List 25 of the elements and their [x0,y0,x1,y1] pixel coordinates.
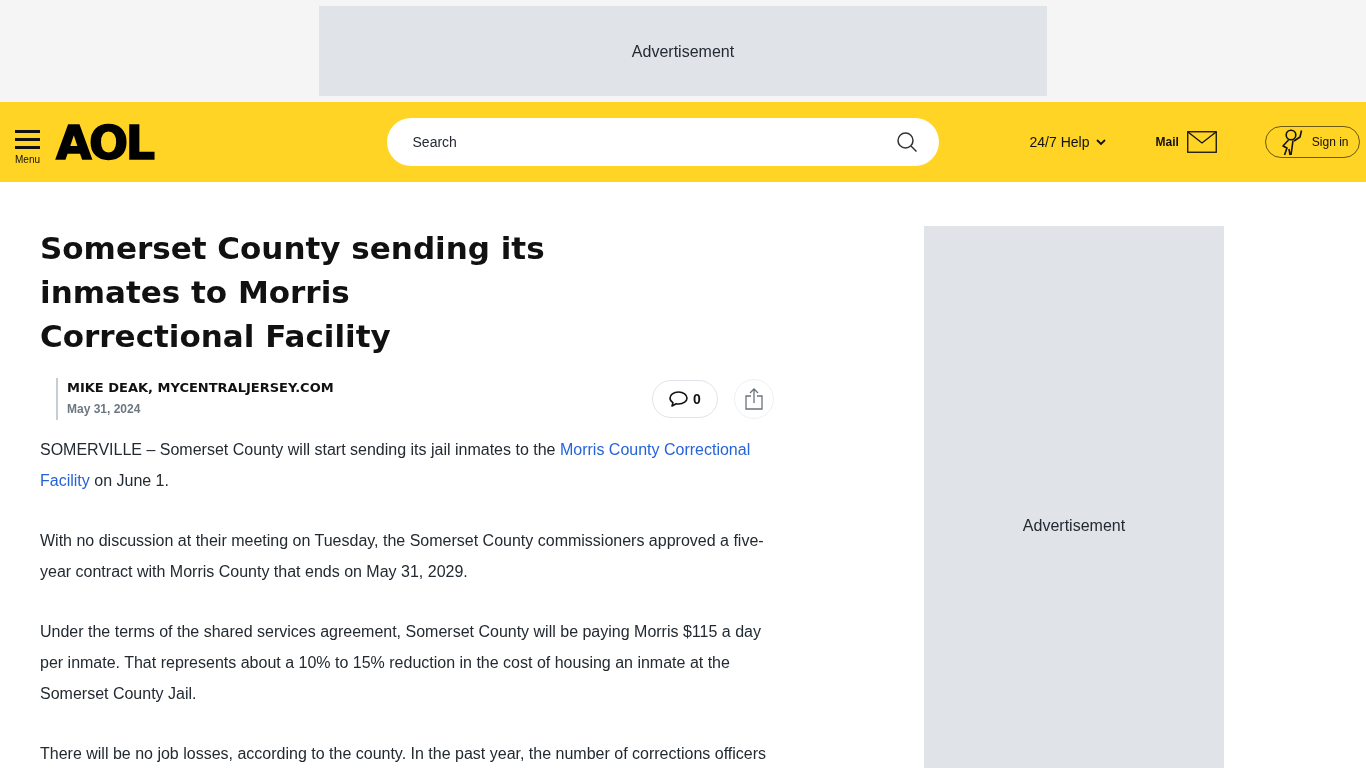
publish-date: May 31, 2024 [67,401,142,418]
article-paragraph: SOMERVILLE – Somerset County will start sending its jail inmates to the Morris County Correctional Facility on June 1. [40,440,752,491]
article-paragraph: With no discussion at their meeting on Tuesday, the Somerset County commissioners approved a five-year contract with Morris County that ends on May 31, 2029. [40,531,765,582]
share-button[interactable] [734,379,774,419]
article-paragraph: There will be no job losses, according to the county. In the past year, the number of corrections officers [40,744,767,764]
mail-link[interactable]: Mail [1155,131,1217,153]
envelope-icon [1186,131,1217,153]
search-field[interactable]: Search [386,118,939,166]
article-title: Somerset County sending its inmates to Morris Correctional Facility [40,229,546,356]
menu-icon [15,129,40,149]
waving-person-icon [1279,128,1305,156]
article-link[interactable]: Facility [40,472,90,489]
search-icon[interactable] [896,132,917,152]
logo[interactable]: AOL [56,120,153,166]
ad-label: Advertisement [1022,516,1126,535]
speech-bubble-icon [669,391,689,407]
ad-label: Advertisement [631,41,735,61]
chevron-down-icon [1096,138,1107,146]
article-link[interactable]: Morris County Correctional [559,441,751,458]
menu-button[interactable]: Menu [15,129,41,165]
help-menu-button[interactable]: 24/7 Help [1029,134,1107,150]
author-name: MIKE DEAK, MYCENTRALJERSEY.COM [67,379,334,397]
comments-button[interactable]: 0 [652,380,718,418]
article-paragraph: Under the terms of the shared services agreement, Somerset County will be paying Morris $115 a day per inmate. That represents about a 10% to 15% reduction in the cost of housing an inmate at the Somerset County Jail. [40,622,762,704]
share-icon [745,388,763,410]
